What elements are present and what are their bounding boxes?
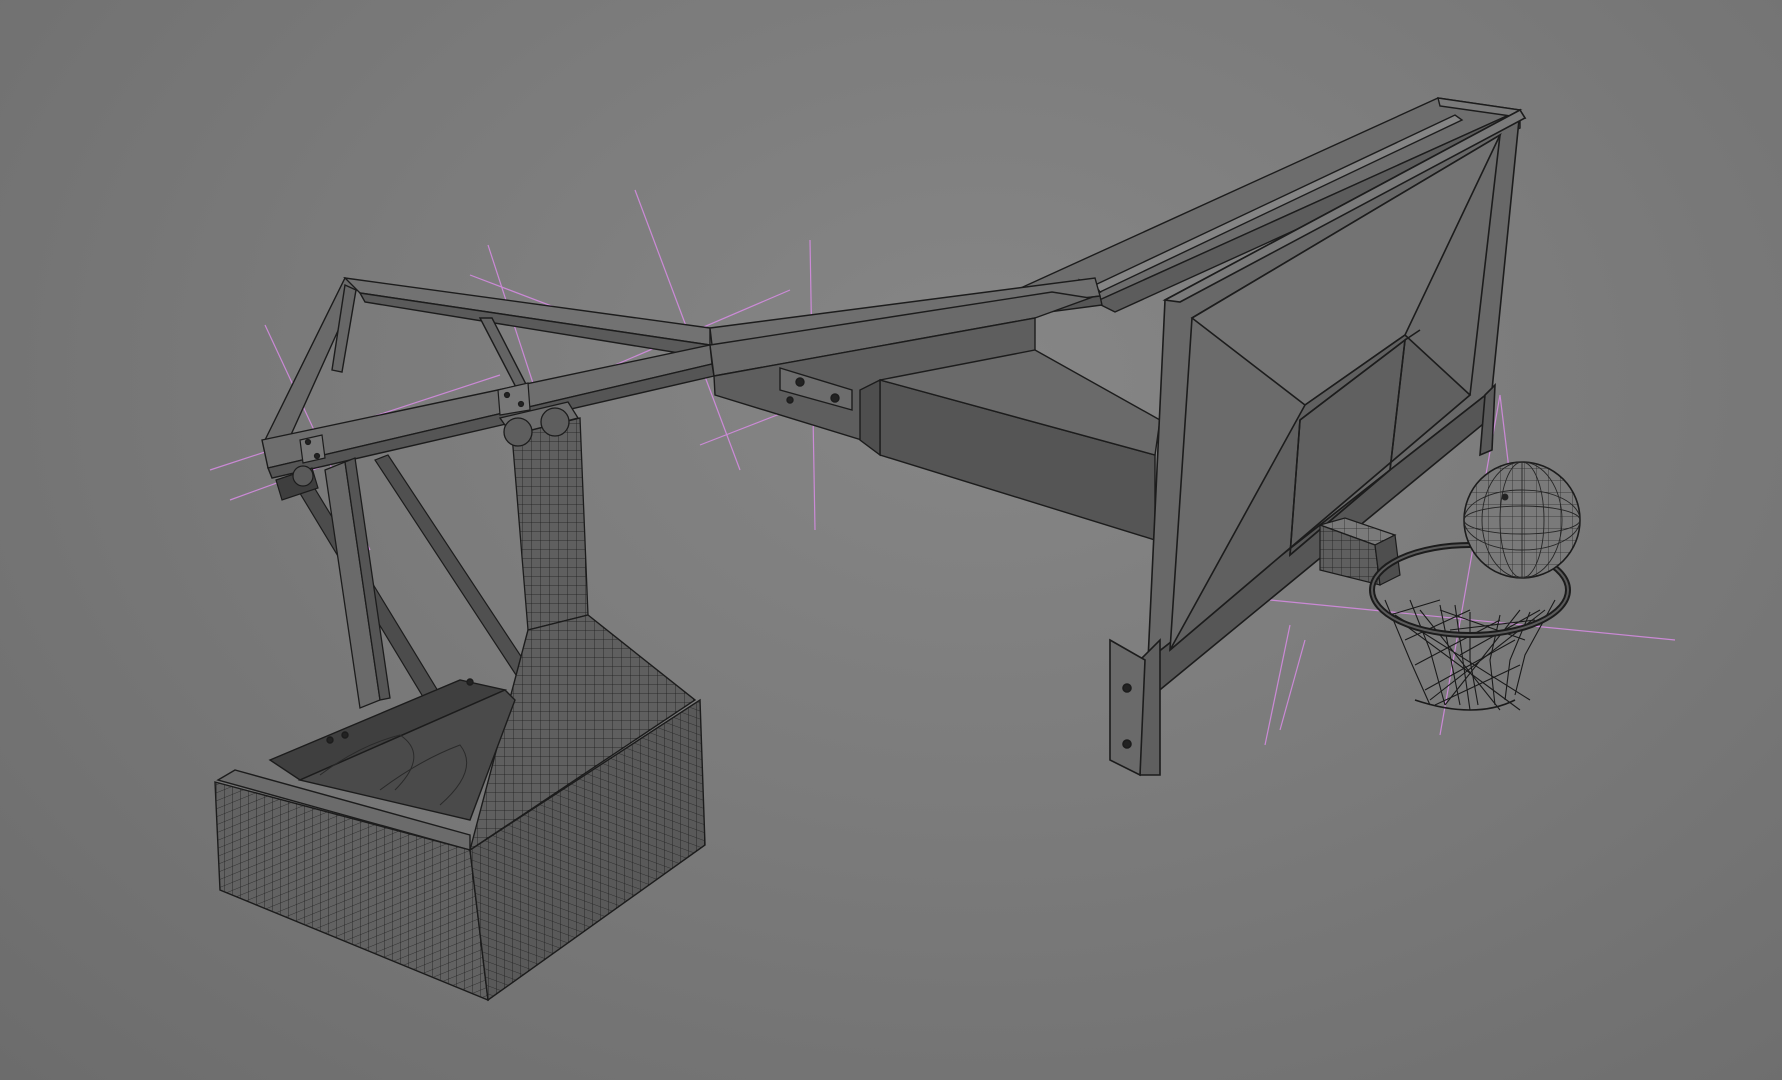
rim-mount[interactable] — [1318, 517, 1401, 586]
truss-bracket-right[interactable] — [497, 382, 531, 416]
truss-bracket-left[interactable] — [299, 434, 326, 464]
base-counterweight[interactable] — [214, 614, 706, 1002]
scene-canvas[interactable] — [0, 0, 1782, 1080]
basketball[interactable] — [1463, 461, 1581, 579]
3d-viewport[interactable] — [0, 0, 1782, 1080]
net — [1384, 599, 1556, 711]
